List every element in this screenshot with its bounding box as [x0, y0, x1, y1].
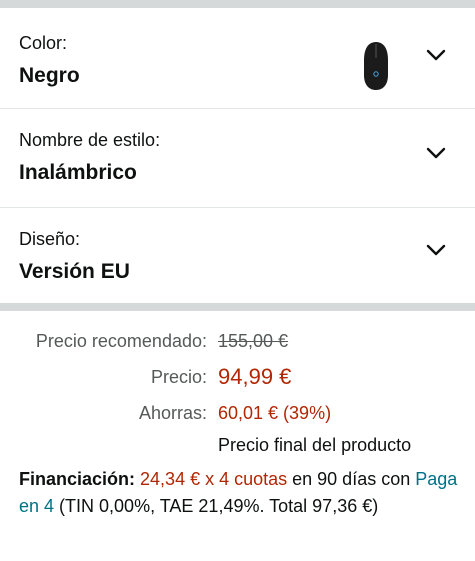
savings-label: Ahorras: — [138, 403, 207, 423]
design-value: Versión EU — [19, 260, 130, 283]
final-price-note: Precio final del producto — [218, 435, 412, 455]
design-label: Diseño: — [19, 229, 81, 249]
savings-value: 60,01 € (39%) — [218, 403, 332, 423]
style-selector[interactable]: Nombre de estilo: Inalámbrico — [0, 109, 475, 207]
financing-period: en 90 días con — [287, 469, 411, 489]
section-separator — [0, 303, 475, 311]
color-value: Negro — [19, 64, 80, 87]
price-label: Precio: — [150, 367, 207, 387]
top-separator — [0, 0, 475, 8]
style-value: Inalámbrico — [19, 161, 137, 184]
style-label: Nombre de estilo: — [19, 130, 161, 150]
recommended-price-value: 155,00 € — [218, 331, 289, 351]
chevron-down-icon[interactable] — [425, 146, 447, 160]
design-selector[interactable]: Diseño: Versión EU — [0, 208, 475, 303]
financing-label: Financiación: — [19, 469, 136, 489]
chevron-down-icon[interactable] — [425, 48, 447, 62]
color-selector[interactable]: Color: Negro — [0, 8, 475, 108]
financing-terms: (TIN 0,00%, TAE 21,49%. Total 97,36 €) — [54, 496, 379, 516]
color-label: Color: — [19, 33, 68, 53]
chevron-down-icon[interactable] — [425, 243, 447, 257]
recommended-price-label: Precio recomendado: — [35, 331, 207, 351]
financing-amount: 24,34 € x 4 cuotas — [140, 469, 288, 489]
price-value: 94,99 € — [218, 364, 292, 389]
mouse-icon — [364, 42, 388, 90]
financing-info: Financiación: 24,34 € x 4 cuotas en 90 d… — [19, 466, 459, 520]
